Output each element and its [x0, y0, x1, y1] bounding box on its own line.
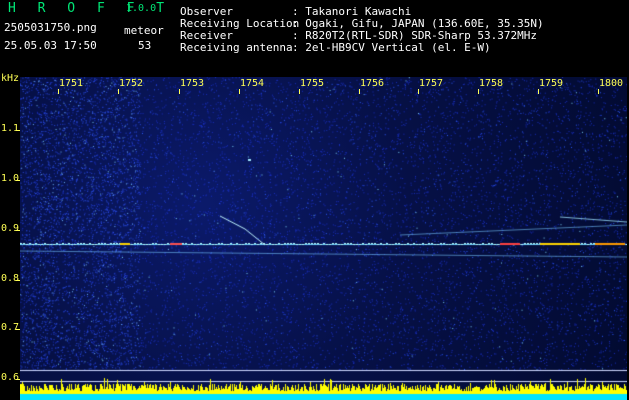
file-datetime: 25.05.03 17:50 [4, 39, 97, 52]
hroft-window: H R O F F T 1.0.0 2505031750.png meteor … [0, 0, 629, 400]
meteor-label: meteor [124, 24, 164, 37]
app-version: 1.0.0 [126, 3, 157, 14]
y-tick-mark [16, 280, 20, 281]
y-axis-unit: kHz [1, 73, 20, 84]
x-tick-mark [58, 89, 59, 94]
x-tick-1753: 1753 [180, 78, 205, 89]
x-tick-1757: 1757 [419, 78, 444, 89]
x-tick-1759: 1759 [539, 78, 564, 89]
observer-label: Observer [180, 5, 233, 18]
y-tick-mark [16, 230, 20, 231]
x-tick-1754: 1754 [240, 78, 265, 89]
y-tick-0-7: 0.7 [1, 322, 20, 333]
x-tick-1756: 1756 [360, 78, 385, 89]
x-tick-mark [118, 89, 119, 94]
x-tick-1751: 1751 [59, 78, 84, 89]
x-tick-mark [538, 89, 539, 94]
antenna-label: Receiving antenna [180, 41, 293, 54]
x-tick-mark [598, 89, 599, 94]
x-tick-1800: 1800 [599, 78, 624, 89]
x-tick-mark [418, 89, 419, 94]
observer-value: : Takanori Kawachi [292, 5, 412, 18]
x-tick-mark [239, 89, 240, 94]
x-tick-1752: 1752 [119, 78, 144, 89]
x-tick-mark [478, 89, 479, 94]
location-value: : Ogaki, Gifu, JAPAN (136.60E, 35.35N) [292, 17, 544, 30]
meteor-count: 53 [138, 39, 152, 52]
y-tick-mark [16, 379, 20, 380]
y-tick-1-0: 1.0 [1, 173, 20, 184]
y-tick-mark [16, 329, 20, 330]
y-tick-0-8: 0.8 [1, 273, 20, 284]
x-tick-mark [179, 89, 180, 94]
file-name: 2505031750.png [4, 21, 97, 34]
x-tick-mark [359, 89, 360, 94]
y-tick-0-9: 0.9 [1, 223, 20, 234]
x-tick-1758: 1758 [479, 78, 504, 89]
y-tick-1-1: 1.1 [1, 123, 20, 134]
receiver-label: Receiver [180, 29, 233, 42]
y-tick-mark [16, 180, 20, 181]
antenna-value: : 2el-HB9CV Vertical (el. E-W) [292, 41, 491, 54]
spectrogram-plot [20, 77, 627, 400]
x-tick-1755: 1755 [300, 78, 325, 89]
x-tick-mark [299, 89, 300, 94]
y-tick-mark [16, 130, 20, 131]
spectrogram-canvas [20, 77, 627, 400]
receiver-value: : R820T2(RTL-SDR) SDR-Sharp 53.372MHz [292, 29, 538, 42]
location-label: Receiving Location [180, 17, 300, 30]
y-tick-0-6: 0.6 [1, 372, 20, 383]
